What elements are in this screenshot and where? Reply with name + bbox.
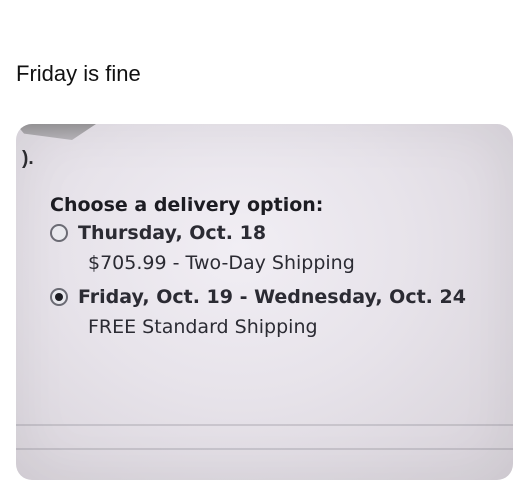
delivery-option-thursday[interactable]: Thursday, Oct. 18 [50, 222, 500, 244]
post-caption: Friday is fine [16, 61, 141, 86]
screen-divider [16, 448, 513, 450]
delivery-option-date: Friday, Oct. 19 - Wednesday, Oct. 24 [78, 286, 466, 308]
delivery-options-heading: Choose a delivery option: [50, 194, 324, 216]
delivery-option-detail: FREE Standard Shipping [88, 316, 318, 338]
screen-divider [16, 424, 513, 426]
cropped-top-fragment [16, 124, 96, 140]
radio-button-thursday[interactable] [50, 224, 68, 242]
radio-button-friday[interactable] [50, 288, 68, 306]
screen-photo: ). Choose a delivery option: Thursday, O… [16, 124, 513, 480]
delivery-option-friday[interactable]: Friday, Oct. 19 - Wednesday, Oct. 24 [50, 286, 500, 308]
delivery-option-detail: $705.99 - Two-Day Shipping [88, 252, 355, 274]
left-edge-glyph: ). [22, 148, 34, 169]
delivery-options-panel: Choose a delivery option: Thursday, Oct.… [50, 194, 500, 350]
delivery-option-date: Thursday, Oct. 18 [78, 222, 267, 244]
